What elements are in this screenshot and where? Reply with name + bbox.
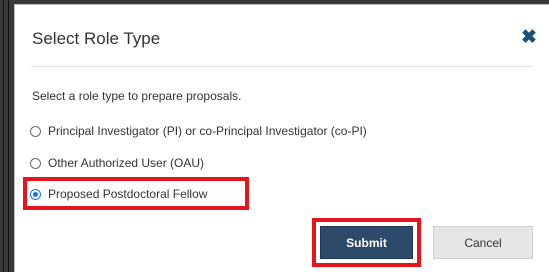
close-icon[interactable]: ✖ (519, 27, 539, 47)
dialog-title: Select Role Type (32, 29, 161, 48)
radio-button[interactable] (30, 125, 41, 137)
instructions-text: Select a role type to prepare proposals. (32, 89, 242, 103)
role-option-label: Proposed Postdoctoral Fellow (48, 187, 208, 201)
role-option-label: Principal Investigator (PI) or co-Princi… (48, 124, 367, 138)
role-option-oau[interactable]: Other Authorized User (OAU) (30, 154, 204, 172)
role-option-label: Other Authorized User (OAU) (48, 156, 205, 170)
radio-button[interactable] (30, 157, 41, 169)
frame-divider (3, 0, 4, 272)
submit-button[interactable]: Submit (320, 226, 413, 259)
radio-button-selected[interactable] (30, 188, 41, 200)
dialog-header: Select Role Type ✖ (15, 5, 549, 65)
select-role-type-dialog: Select Role Type ✖ Select a role type to… (14, 4, 549, 272)
role-option-postdoc[interactable]: Proposed Postdoctoral Fellow (30, 185, 207, 203)
cancel-button[interactable]: Cancel (433, 226, 533, 259)
role-option-pi[interactable]: Principal Investigator (PI) or co-Princi… (30, 122, 367, 140)
frame-divider (8, 0, 9, 272)
header-divider (31, 66, 533, 67)
